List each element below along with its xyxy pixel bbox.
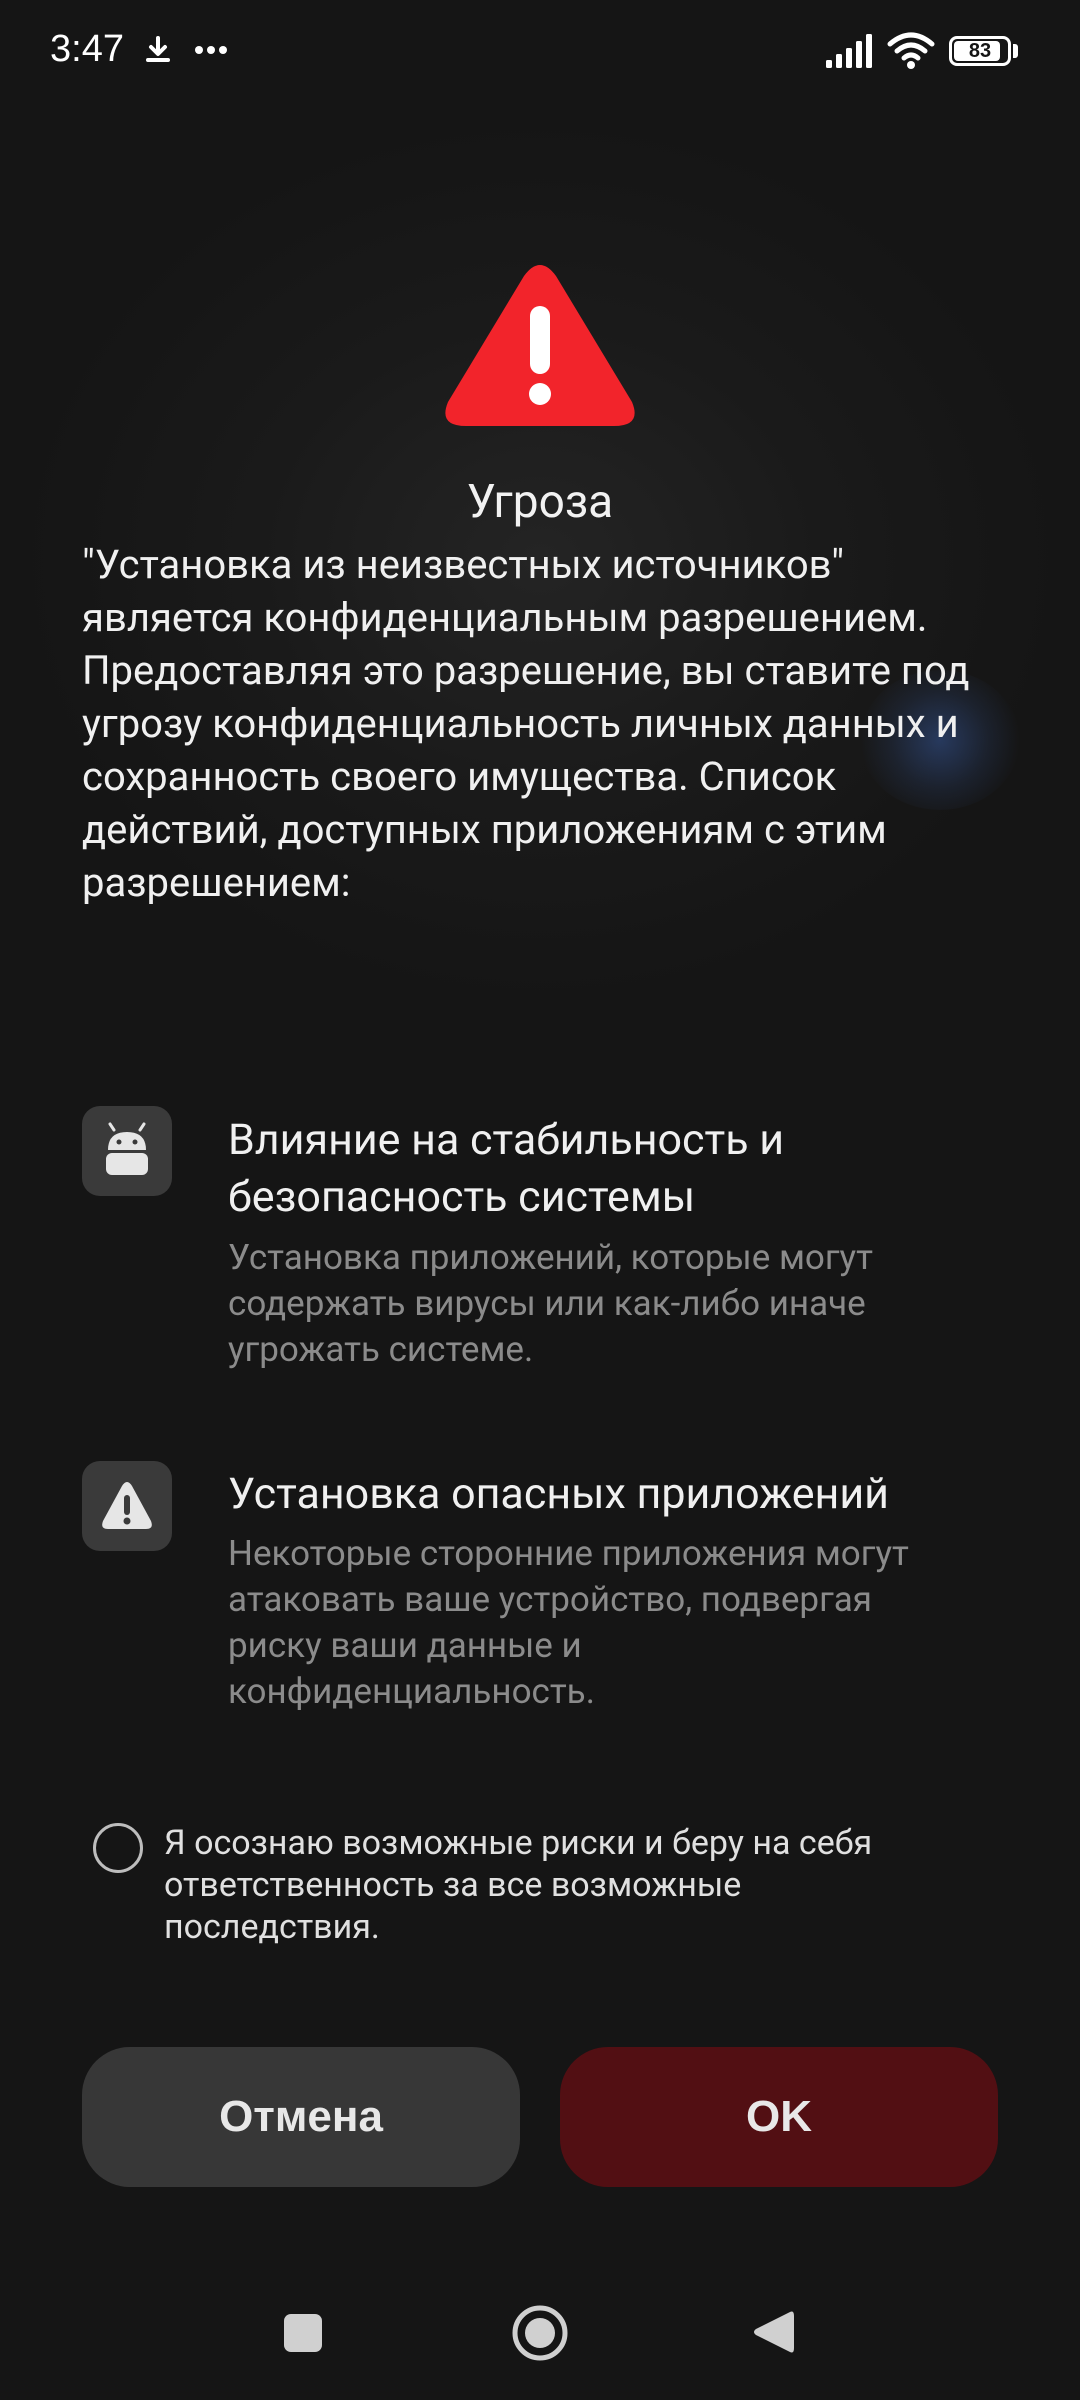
screen: 3:47 83 Угроза "Установка из неизвестных… bbox=[0, 0, 1080, 2400]
consent-label[interactable]: Я осознаю возможные риски и беру на себя… bbox=[164, 1822, 904, 1948]
more-dots-icon bbox=[195, 46, 227, 54]
dialog-description: "Установка из неизвестных источников" яв… bbox=[82, 541, 970, 906]
back-triangle-icon[interactable] bbox=[752, 2308, 794, 2356]
download-icon bbox=[146, 36, 170, 62]
battery-tip bbox=[1013, 44, 1018, 58]
permission-title: Установка опасных приложений bbox=[228, 1469, 889, 1519]
cancel-button[interactable]: Отмена bbox=[82, 2047, 520, 2187]
android-icon bbox=[106, 1122, 148, 1175]
permission-description: Установка приложений, которые могут соде… bbox=[228, 1237, 873, 1370]
permission-description: Некоторые сторонние приложения могут ата… bbox=[228, 1533, 909, 1712]
permission-title: Влияние на стабильность и безопасность с… bbox=[228, 1115, 785, 1222]
recents-square-icon[interactable] bbox=[284, 2314, 322, 2352]
ok-button[interactable]: OK bbox=[560, 2047, 998, 2187]
status-time: 3:47 bbox=[50, 28, 124, 70]
home-circle-icon[interactable] bbox=[510, 2303, 570, 2363]
permission-icon-box bbox=[82, 1461, 172, 1551]
status-bar: 3:47 83 bbox=[0, 0, 1080, 100]
signal-icon bbox=[826, 34, 872, 68]
consent-radio[interactable] bbox=[93, 1823, 143, 1873]
dialog-title: Угроза bbox=[466, 475, 614, 529]
warning-triangle-icon bbox=[445, 265, 635, 426]
alert-icon bbox=[102, 1482, 152, 1529]
wifi-icon bbox=[887, 32, 935, 69]
battery-level: 83 bbox=[968, 40, 992, 62]
permission-icon-box bbox=[82, 1106, 172, 1196]
battery-icon: 83 bbox=[949, 36, 1011, 66]
